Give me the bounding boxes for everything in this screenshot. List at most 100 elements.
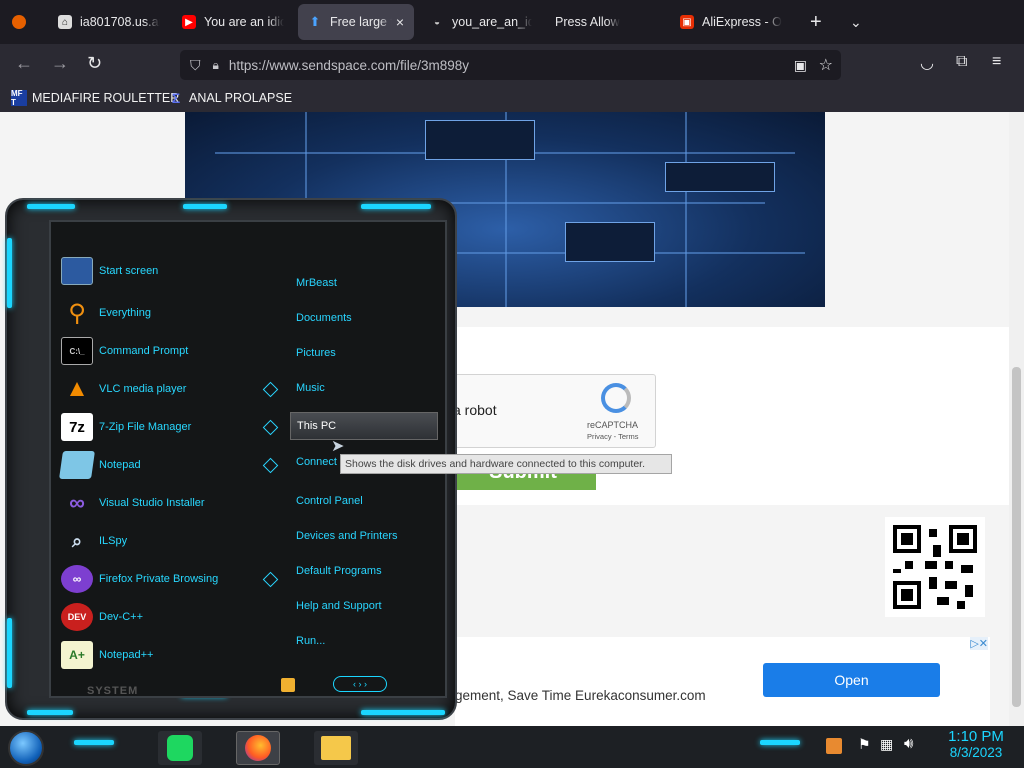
extensions-icon[interactable]: ⧉ bbox=[956, 53, 967, 71]
recaptcha-links[interactable]: Privacy - Terms bbox=[587, 432, 639, 441]
program-label: Notepad++ bbox=[99, 649, 154, 661]
place-default-programs[interactable]: Default Programs bbox=[296, 561, 382, 581]
submenu-arrow-icon[interactable] bbox=[262, 571, 279, 588]
tab-label: Free large file hosting bbox=[330, 15, 392, 29]
clock[interactable]: 1:10 PM 8/3/2023 bbox=[936, 728, 1016, 760]
youtube-icon: ▶ bbox=[182, 15, 196, 29]
program-devcpp[interactable]: DEV Dev-C++ bbox=[61, 600, 143, 634]
address-bar[interactable]: ⛉ 🔒︎ https://www.sendspace.com/file/3m89… bbox=[180, 50, 841, 80]
reader-view-icon[interactable]: ▣ bbox=[794, 57, 807, 74]
java-tray-icon[interactable] bbox=[826, 738, 842, 754]
recaptcha-brand: reCAPTCHA bbox=[587, 420, 639, 430]
ad-open-button[interactable]: Open bbox=[763, 663, 940, 697]
lock-icon[interactable]: 🔒︎ bbox=[213, 58, 219, 73]
mf-icon: MF T bbox=[11, 89, 27, 107]
tab-label: Press Allow bbox=[555, 15, 620, 29]
tab-label: AliExpress - Online bbox=[702, 15, 782, 29]
place-music[interactable]: Music bbox=[296, 378, 325, 398]
program-notepad[interactable]: Notepad bbox=[59, 448, 141, 482]
vs-icon: ∞ bbox=[69, 490, 85, 515]
qr-code-icon bbox=[893, 525, 977, 609]
taskbar-file-explorer[interactable] bbox=[314, 731, 358, 765]
firefox-view-tab[interactable] bbox=[2, 4, 40, 40]
program-firefox-private[interactable]: ∞ Firefox Private Browsing bbox=[61, 562, 218, 596]
program-label: ILSpy bbox=[99, 535, 128, 547]
program-label: VLC media player bbox=[99, 383, 187, 395]
program-vlc[interactable]: ▲ VLC media player bbox=[61, 372, 186, 406]
program-label: 7-Zip File Manager bbox=[99, 421, 192, 433]
submenu-arrow-icon[interactable] bbox=[262, 457, 279, 474]
pocket-icon[interactable]: ◡ bbox=[920, 53, 934, 73]
tab-label: You are an idiot bbox=[204, 15, 284, 29]
program-notepadpp[interactable]: A+ Notepad++ bbox=[61, 638, 153, 672]
tab-label: you_are_an_idiot bbox=[452, 15, 532, 29]
place-run[interactable]: Run... bbox=[296, 631, 325, 651]
program-label: Notepad bbox=[99, 459, 141, 471]
bookmarks-bar: MF T MEDIAFIRE ROULETTER Σ ANAL PROLAPSE bbox=[0, 86, 1024, 112]
bookmark-anal-prolapse[interactable]: Σ ANAL PROLAPSE bbox=[168, 90, 292, 106]
7zip-icon: 7z bbox=[61, 413, 93, 441]
network-icon[interactable]: ▦ bbox=[880, 736, 893, 753]
recaptcha-label: a robot bbox=[453, 402, 497, 418]
notepad-icon bbox=[59, 451, 95, 479]
tab-aliexpress[interactable]: ▣ AliExpress - Online bbox=[670, 4, 792, 40]
shield-icon[interactable]: ⛉ bbox=[190, 57, 201, 74]
program-7zip[interactable]: 7z 7-Zip File Manager bbox=[61, 410, 191, 444]
close-icon[interactable]: × bbox=[396, 14, 404, 30]
shutdown-arrows-icon[interactable]: ‹ › › bbox=[333, 676, 387, 692]
tab-you-are-an-idiot-file[interactable]: ◒ you_are_an_idiot bbox=[420, 4, 542, 40]
program-ilspy[interactable]: ⌕ ILSpy bbox=[61, 524, 127, 558]
place-devices-printers[interactable]: Devices and Printers bbox=[296, 526, 398, 546]
forward-arrow-icon[interactable]: → bbox=[51, 53, 69, 74]
magnifier-icon: ⚲ bbox=[68, 299, 86, 327]
url-text[interactable]: https://www.sendspace.com/file/3m898y bbox=[229, 58, 469, 73]
star-icon[interactable]: ☆ bbox=[819, 55, 833, 75]
reload-icon[interactable]: ↻ bbox=[87, 53, 102, 74]
start-orb-button[interactable] bbox=[8, 730, 44, 766]
taskbar-firefox[interactable] bbox=[236, 731, 280, 765]
place-help-support[interactable]: Help and Support bbox=[296, 596, 382, 616]
place-this-pc[interactable]: This PC bbox=[290, 412, 438, 440]
page-scrollbar[interactable] bbox=[1009, 112, 1024, 726]
advertisement-banner[interactable]: gement, Save Time Eurekaconsumer.com Ope… bbox=[455, 637, 990, 726]
power-options-icon[interactable] bbox=[281, 678, 295, 692]
tab-press-allow[interactable]: Press Allow bbox=[545, 4, 667, 40]
submenu-arrow-icon[interactable] bbox=[262, 381, 279, 398]
bookmark-label: ANAL PROLAPSE bbox=[189, 91, 293, 105]
ufo-icon: ◒ bbox=[433, 16, 441, 28]
spotify-icon bbox=[167, 735, 193, 761]
clock-date: 8/3/2023 bbox=[949, 745, 1003, 760]
list-tabs-button[interactable]: ⌄ bbox=[840, 4, 868, 40]
notepadpp-icon: A+ bbox=[61, 641, 93, 669]
tab-archive[interactable]: ⌂ ia801708.us.archive.org bbox=[48, 4, 170, 40]
scrollbar-thumb[interactable] bbox=[1012, 367, 1021, 707]
recaptcha-box[interactable]: a robot reCAPTCHA Privacy - Terms bbox=[440, 374, 656, 448]
devcpp-icon: DEV bbox=[61, 603, 93, 631]
tab-you-are-an-idiot[interactable]: ▶ You are an idiot bbox=[172, 4, 294, 40]
ad-close-icon[interactable]: ▷✕ bbox=[970, 637, 988, 650]
place-documents[interactable]: Documents bbox=[296, 308, 352, 328]
back-arrow-icon[interactable]: ← bbox=[15, 53, 33, 74]
ad-text: gement, Save Time Eurekaconsumer.com bbox=[455, 688, 706, 703]
submenu-arrow-icon[interactable] bbox=[262, 419, 279, 436]
program-label: Visual Studio Installer bbox=[99, 497, 205, 509]
place-pictures[interactable]: Pictures bbox=[296, 343, 336, 363]
taskbar-spotify[interactable] bbox=[158, 731, 202, 765]
menu-icon[interactable]: ≡ bbox=[992, 53, 1001, 71]
program-everything[interactable]: ⚲ Everything bbox=[61, 296, 151, 330]
program-command-prompt[interactable]: C:\_ Command Prompt bbox=[61, 334, 188, 368]
tab-sendspace[interactable]: ⬆ Free large file hosting × bbox=[298, 4, 414, 40]
program-visual-studio-installer[interactable]: ∞ Visual Studio Installer bbox=[61, 486, 205, 520]
place-mrbeast[interactable]: MrBeast bbox=[296, 273, 337, 293]
bookmark-mediafire[interactable]: MF T MEDIAFIRE ROULETTER bbox=[11, 89, 179, 107]
ilspy-icon: ⌕ bbox=[71, 530, 83, 551]
recaptcha-logo-icon bbox=[601, 383, 631, 413]
firefox-icon bbox=[245, 735, 271, 761]
place-control-panel[interactable]: Control Panel bbox=[296, 491, 363, 511]
volume-icon[interactable]: 🔊︎ bbox=[904, 735, 913, 752]
firefox-icon bbox=[12, 15, 26, 29]
program-start-screen[interactable]: Start screen bbox=[61, 254, 158, 288]
archive-icon: ⌂ bbox=[58, 15, 72, 29]
new-tab-button[interactable]: + bbox=[800, 4, 828, 40]
flag-icon[interactable]: ⚑ bbox=[858, 736, 871, 753]
